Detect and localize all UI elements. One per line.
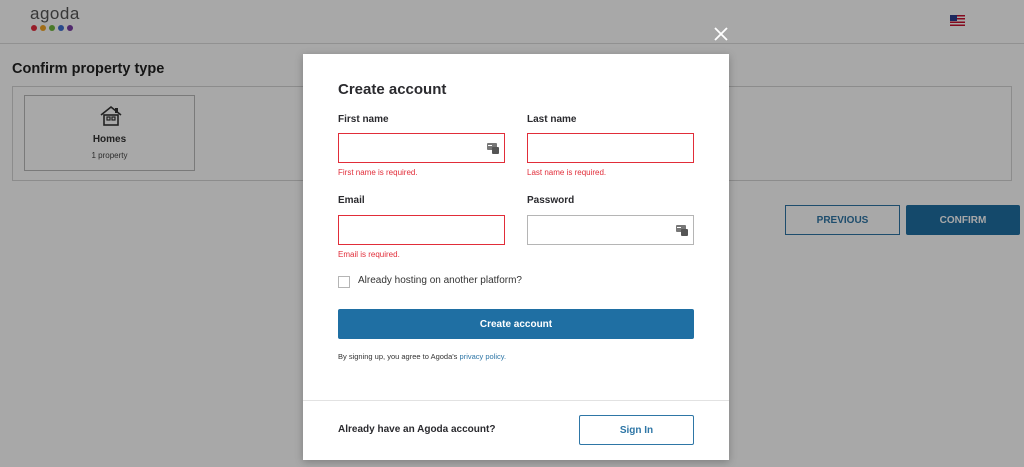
terms-prefix: By signing up, you agree to Agoda's [338, 352, 458, 361]
terms-text: By signing up, you agree to Agoda's priv… [338, 352, 506, 361]
modal-title: Create account [338, 81, 447, 98]
password-manager-icon[interactable] [676, 224, 688, 236]
create-account-button[interactable]: Create account [338, 309, 694, 339]
password-label: Password [527, 195, 575, 206]
email-label: Email [338, 195, 365, 206]
email-field[interactable] [338, 215, 505, 245]
password-field[interactable] [527, 215, 694, 245]
first-name-label: First name [338, 114, 389, 125]
first-name-error: First name is required. [338, 168, 418, 177]
create-account-modal: Create account First name First name is … [303, 54, 729, 460]
first-name-field[interactable] [338, 133, 505, 163]
last-name-error: Last name is required. [527, 168, 607, 177]
existing-account-text: Already have an Agoda account? [338, 424, 496, 435]
already-hosting-label[interactable]: Already hosting on another platform? [358, 275, 522, 286]
close-icon[interactable] [711, 24, 731, 44]
last-name-label: Last name [527, 114, 577, 125]
already-hosting-checkbox[interactable] [338, 276, 350, 288]
last-name-field[interactable] [527, 133, 694, 163]
privacy-policy-link[interactable]: privacy policy. [460, 352, 507, 361]
password-manager-icon[interactable] [487, 142, 499, 154]
sign-in-button[interactable]: Sign In [579, 415, 694, 445]
modal-divider [303, 400, 729, 401]
email-error: Email is required. [338, 250, 400, 259]
